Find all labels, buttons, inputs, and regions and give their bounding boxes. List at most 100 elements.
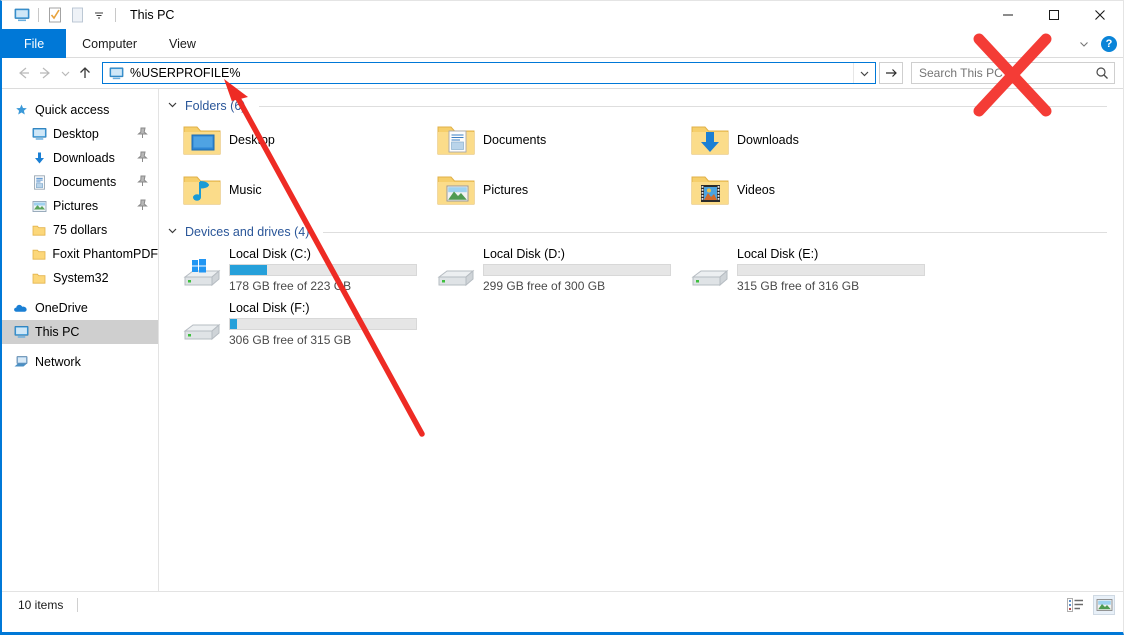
drive-usage-fill bbox=[230, 265, 267, 275]
sidebar-item-downloads[interactable]: Downloads bbox=[2, 146, 158, 170]
pin-icon[interactable] bbox=[137, 127, 148, 142]
sidebar-item-desktop[interactable]: Desktop bbox=[2, 122, 158, 146]
folder-label: Desktop bbox=[229, 133, 275, 147]
drive-info: Local Disk (E:) 315 GB free of 316 GB bbox=[737, 245, 937, 293]
forward-button[interactable] bbox=[34, 61, 56, 85]
folder-item-videos[interactable]: Videos bbox=[683, 165, 937, 215]
folder-downloads-icon bbox=[683, 123, 737, 157]
maximize-button[interactable] bbox=[1031, 1, 1077, 29]
folder-item-music[interactable]: Music bbox=[175, 165, 429, 215]
drive-name: Local Disk (F:) bbox=[229, 301, 429, 315]
chevron-down-icon[interactable] bbox=[167, 225, 179, 239]
sidebar-item-documents[interactable]: Documents bbox=[2, 170, 158, 194]
drive-item-e[interactable]: Local Disk (E:) 315 GB free of 316 GB bbox=[683, 241, 937, 295]
file-list-pane[interactable]: Folders (6) Desktop bbox=[159, 89, 1123, 591]
toolbar-divider bbox=[38, 8, 39, 22]
pin-icon[interactable] bbox=[137, 151, 148, 166]
chevron-down-icon[interactable] bbox=[167, 99, 179, 113]
group-header-folders[interactable]: Folders (6) bbox=[159, 89, 1123, 115]
go-button[interactable] bbox=[879, 62, 903, 84]
drive-free-space: 299 GB free of 300 GB bbox=[483, 279, 683, 293]
help-icon[interactable]: ? bbox=[1101, 36, 1117, 52]
folder-label: Music bbox=[229, 183, 262, 197]
sidebar-item-foxit-phantompdf[interactable]: Foxit PhantomPDF bbox=[2, 242, 158, 266]
drive-usage-bar bbox=[483, 264, 671, 276]
folder-label: Documents bbox=[483, 133, 546, 147]
tab-file[interactable]: File bbox=[2, 29, 66, 58]
folder-item-desktop[interactable]: Desktop bbox=[175, 115, 429, 165]
sidebar-item-onedrive[interactable]: OneDrive bbox=[2, 296, 158, 320]
status-bar: 10 items bbox=[2, 591, 1123, 617]
sidebar-item-this-pc[interactable]: This PC bbox=[2, 320, 158, 344]
group-header-devices[interactable]: Devices and drives (4) bbox=[159, 215, 1123, 241]
back-button[interactable] bbox=[12, 61, 34, 85]
network-icon bbox=[10, 355, 32, 369]
address-bar-row bbox=[2, 58, 1123, 89]
view-mode-buttons bbox=[1064, 595, 1115, 615]
drive-icon bbox=[429, 245, 483, 290]
drive-free-space: 306 GB free of 315 GB bbox=[229, 333, 429, 347]
sidebar-item-system32[interactable]: System32 bbox=[2, 266, 158, 290]
sidebar-item-label: Downloads bbox=[53, 151, 115, 165]
drive-item-c[interactable]: Local Disk (C:) 178 GB free of 223 GB bbox=[175, 241, 429, 295]
sidebar-item-label: This PC bbox=[35, 325, 79, 339]
drive-item-d[interactable]: Local Disk (D:) 299 GB free of 300 GB bbox=[429, 241, 683, 295]
drive-icon bbox=[683, 245, 737, 290]
sidebar-item-label: System32 bbox=[53, 271, 109, 285]
pin-icon[interactable] bbox=[137, 199, 148, 214]
search-box[interactable] bbox=[911, 62, 1115, 84]
this-pc-icon bbox=[11, 5, 33, 25]
drive-info: Local Disk (C:) 178 GB free of 223 GB bbox=[229, 245, 429, 293]
folder-icon bbox=[28, 248, 49, 261]
folder-item-pictures[interactable]: Pictures bbox=[429, 165, 683, 215]
ribbon-right-controls: ? bbox=[1075, 29, 1117, 58]
drive-info: Local Disk (D:) 299 GB free of 300 GB bbox=[483, 245, 683, 293]
details-view-icon[interactable] bbox=[1064, 595, 1086, 615]
sidebar-item-network[interactable]: Network bbox=[2, 350, 158, 374]
folder-item-downloads[interactable]: Downloads bbox=[683, 115, 937, 165]
sidebar-item-label: Network bbox=[35, 355, 81, 369]
search-icon[interactable] bbox=[1090, 66, 1114, 80]
drive-item-f[interactable]: Local Disk (F:) 306 GB free of 315 GB bbox=[175, 295, 429, 349]
properties-icon[interactable] bbox=[44, 5, 66, 25]
drive-free-space: 178 GB free of 223 GB bbox=[229, 279, 429, 293]
tab-computer[interactable]: Computer bbox=[66, 29, 153, 58]
sidebar-item-label: Quick access bbox=[35, 103, 109, 117]
folder-label: Downloads bbox=[737, 133, 799, 147]
sidebar-item-quick-access[interactable]: Quick access bbox=[2, 98, 158, 122]
chevron-down-icon[interactable] bbox=[1075, 35, 1093, 53]
drives-grid: Local Disk (C:) 178 GB free of 223 GB bbox=[159, 241, 1123, 349]
windows-drive-icon bbox=[175, 245, 229, 290]
folder-icon bbox=[28, 272, 50, 285]
large-icons-view-icon[interactable] bbox=[1093, 595, 1115, 615]
folder-music-icon bbox=[175, 173, 229, 207]
folder-pictures-icon bbox=[429, 173, 483, 207]
up-button[interactable] bbox=[74, 61, 96, 85]
folder-documents-icon bbox=[429, 123, 483, 157]
sidebar-item-pictures[interactable]: Pictures bbox=[2, 194, 158, 218]
close-button[interactable] bbox=[1077, 1, 1123, 29]
navigation-pane: Quick access Desktop bbox=[2, 89, 159, 591]
drive-name: Local Disk (D:) bbox=[483, 247, 683, 261]
folder-videos-icon bbox=[683, 173, 737, 207]
search-input[interactable] bbox=[912, 66, 1090, 80]
title-bar: This PC bbox=[2, 1, 1123, 29]
drive-free-space: 315 GB free of 316 GB bbox=[737, 279, 937, 293]
folder-item-documents[interactable]: Documents bbox=[429, 115, 683, 165]
pin-icon[interactable] bbox=[137, 175, 148, 190]
sidebar-item-75-dollars[interactable]: 75 dollars bbox=[2, 218, 158, 242]
recent-locations-button[interactable] bbox=[56, 61, 74, 85]
address-input[interactable] bbox=[126, 66, 853, 80]
folder-icon bbox=[28, 224, 50, 237]
drive-name: Local Disk (E:) bbox=[737, 247, 937, 261]
group-divider bbox=[259, 106, 1107, 107]
onedrive-cloud-icon bbox=[10, 302, 32, 314]
tab-view[interactable]: View bbox=[153, 29, 212, 58]
star-pin-icon bbox=[10, 103, 32, 118]
address-dropdown-icon[interactable] bbox=[853, 63, 875, 83]
minimize-button[interactable] bbox=[985, 1, 1031, 29]
sidebar-item-label: OneDrive bbox=[35, 301, 88, 315]
address-bar-path[interactable] bbox=[102, 62, 876, 84]
new-folder-icon[interactable] bbox=[66, 5, 88, 25]
customize-dropdown-icon[interactable] bbox=[88, 5, 110, 25]
